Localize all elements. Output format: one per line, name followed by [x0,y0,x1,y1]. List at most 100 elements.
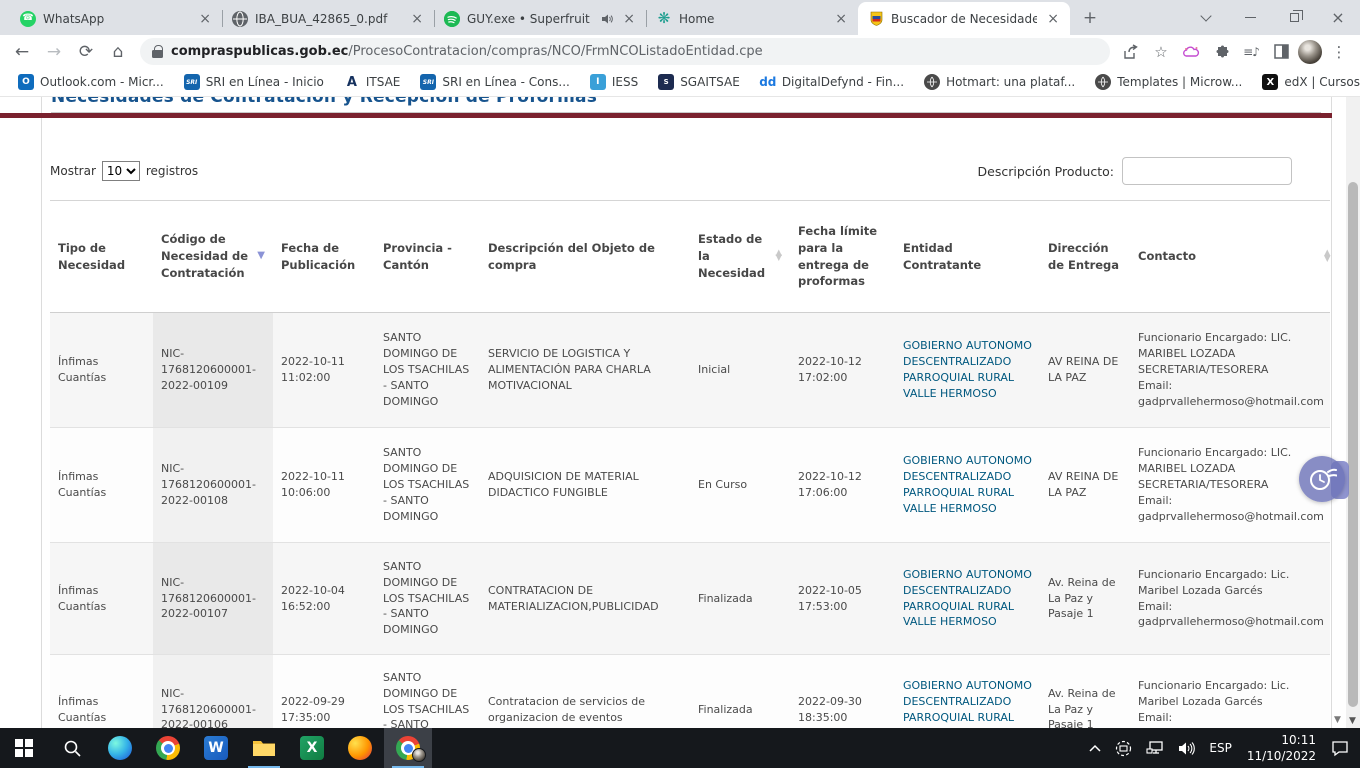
product-filter: Descripción Producto: [978,157,1292,185]
url-text: compraspublicas.gob.ec/ProcesoContrataci… [171,44,763,59]
page-length-control: Mostrar 10 registros [50,161,198,181]
cell-direccion: AV REINA DE LA PAZ [1040,428,1130,542]
reload-button[interactable]: ⟳ [72,38,100,66]
cell-provincia: SANTO DOMINGO DE LOS TSACHILAS - SANTO D… [375,543,480,654]
sri-icon: SRI [420,74,436,90]
header-descripcion[interactable]: Descripción del Objeto de compra [480,201,690,312]
taskbar-search-button[interactable] [48,728,96,768]
bookmark-sri-consultas[interactable]: SRISRI en Línea - Cons... [412,71,577,93]
cell-entidad-link[interactable]: GOBIERNO AUTONOMO DESCENTRALIZADO PARROQ… [895,543,1040,654]
action-center-icon[interactable] [1324,728,1356,768]
sort-both-icon: ▲▼ [775,251,782,262]
home-button[interactable]: ⌂ [104,38,132,66]
bookmark-outlook[interactable]: OOutlook.com - Micr... [10,71,172,93]
browser-scrollbar[interactable]: ▼ [1346,97,1360,728]
page-inner-scrollbar[interactable]: ▼ [1332,97,1346,728]
bookmark-digitaldefynd[interactable]: ddDigitalDefynd - Fin... [752,71,912,93]
tab-whatsapp[interactable]: ☎ WhatsApp × [10,2,222,35]
bookmark-itsae[interactable]: AITSAE [336,71,409,93]
bookmark-hotmart[interactable]: Hotmart: una plataf... [916,71,1083,93]
lock-icon[interactable] [152,45,163,58]
volume-icon[interactable] [1171,728,1202,768]
tab-title: Home [679,12,825,26]
header-sort-column[interactable]: ▲▼ [1320,201,1330,312]
tab-close-icon[interactable]: × [408,11,426,27]
header-maroon-bar [0,113,1346,118]
cell-entidad-link[interactable]: GOBIERNO AUTONOMO DESCENTRALIZADO PARROQ… [895,428,1040,542]
cell-entidad-link[interactable]: GOBIERNO AUTONOMO DESCENTRALIZADO PARROQ… [895,655,1040,728]
page-size-select[interactable]: 10 [102,161,140,181]
bookmark-sri-inicio[interactable]: SRISRI en Línea - Inicio [176,71,332,93]
header-fecha-publicacion[interactable]: Fecha de Publicación [273,201,375,312]
restore-button[interactable] [1272,0,1316,35]
taskbar-word[interactable]: W [192,728,240,768]
product-filter-input[interactable] [1122,157,1292,185]
tray-show-hidden-icons[interactable] [1082,728,1108,768]
cell-descripcion: CONTRATACION DE MATERIALIZACION,PUBLICID… [480,543,690,654]
bookmark-star-icon[interactable]: ☆ [1148,39,1174,65]
ecuador-crest-icon [868,11,884,27]
itsae-icon: A [344,74,360,90]
browser-tab-bar: ☎ WhatsApp × IBA_BUA_42865_0.pdf × GUY.e… [0,0,1360,35]
tab-buscador-necesidades[interactable]: Buscador de Necesidades de × [858,2,1070,35]
flower-icon: ❋ [656,11,672,27]
side-panel-icon[interactable] [1268,39,1294,65]
scroll-down-icon[interactable]: ▼ [1334,715,1341,725]
header-contacto[interactable]: Contacto [1130,201,1320,312]
bookmark-edx[interactable]: XedX | Cursos en líne... [1254,71,1360,93]
tab-close-icon[interactable]: × [1044,11,1062,27]
menu-kebab-icon[interactable]: ⋮ [1326,39,1352,65]
header-direccion[interactable]: Dirección de Entrega [1040,201,1130,312]
show-label: Mostrar [50,164,96,178]
cell-estado: Finalizada [690,543,790,654]
minimize-button[interactable] [1228,0,1272,35]
forward-button[interactable]: → [40,38,68,66]
profile-avatar[interactable] [1298,40,1322,64]
taskbar-chrome[interactable] [144,728,192,768]
tab-home[interactable]: ❋ Home × [646,2,858,35]
tab-search-chevron-icon[interactable] [1184,0,1228,35]
tab-audio-icon[interactable] [601,13,613,25]
scroll-down-icon[interactable]: ▼ [1349,716,1356,726]
cell-codigo: NIC-1768120600001-2022-00108 [153,428,273,542]
cell-entidad-link[interactable]: GOBIERNO AUTONOMO DESCENTRALIZADO PARROQ… [895,313,1040,427]
cast-icon[interactable] [1108,728,1139,768]
header-entidad[interactable]: Entidad Contratante [895,201,1040,312]
scrollbar-thumb[interactable] [1348,182,1358,707]
taskbar-excel[interactable]: X [288,728,336,768]
taskbar-edge[interactable] [96,728,144,768]
header-provincia[interactable]: Provincia - Cantón [375,201,480,312]
tab-spotify[interactable]: GUY.exe • Superfruit × [434,2,646,35]
tab-close-icon[interactable]: × [832,11,850,27]
cell-codigo: NIC-1768120600001-2022-00106 [153,655,273,728]
address-bar[interactable]: compraspublicas.gob.ec/ProcesoContrataci… [140,38,1110,65]
tab-pdf[interactable]: IBA_BUA_42865_0.pdf × [222,2,434,35]
profile-badge [412,748,426,762]
cell-fecha-limite: 2022-10-12 17:02:00 [790,313,895,427]
cloud-extension-icon[interactable] [1178,39,1204,65]
taskbar-file-explorer[interactable] [240,728,288,768]
tab-close-icon[interactable]: × [620,11,638,27]
taskbar-clock[interactable]: 10:11 11/10/2022 [1239,732,1324,764]
bookmark-iess[interactable]: IIESS [582,71,646,93]
close-window-button[interactable]: × [1316,0,1360,35]
share-icon[interactable] [1118,39,1144,65]
start-button[interactable] [0,728,48,768]
header-estado[interactable]: Estado de la Necesidad▲▼ [690,201,790,312]
new-tab-button[interactable]: + [1076,4,1104,32]
bookmark-sgaitsae[interactable]: SSGAITSAE [650,71,748,93]
header-tipo[interactable]: Tipo de Necesidad [50,201,153,312]
taskbar-chrome-active[interactable] [384,728,432,768]
extensions-puzzle-icon[interactable] [1208,39,1234,65]
header-fecha-limite[interactable]: Fecha límite para la entrega de proforma… [790,201,895,312]
bookmark-templates[interactable]: Templates | Microw... [1087,71,1250,93]
tab-close-icon[interactable]: × [196,11,214,27]
network-icon[interactable] [1139,728,1171,768]
timer-extension-widget[interactable] [1299,456,1345,502]
header-codigo[interactable]: Código de Necesidad de Contratación▼ [153,201,273,312]
language-indicator[interactable]: ESP [1202,728,1238,768]
taskbar-firefox[interactable] [336,728,384,768]
stopwatch-wings-icon[interactable] [1299,456,1345,502]
music-list-extension-icon[interactable]: ≡♪ [1238,39,1264,65]
back-button[interactable]: ← [8,38,36,66]
